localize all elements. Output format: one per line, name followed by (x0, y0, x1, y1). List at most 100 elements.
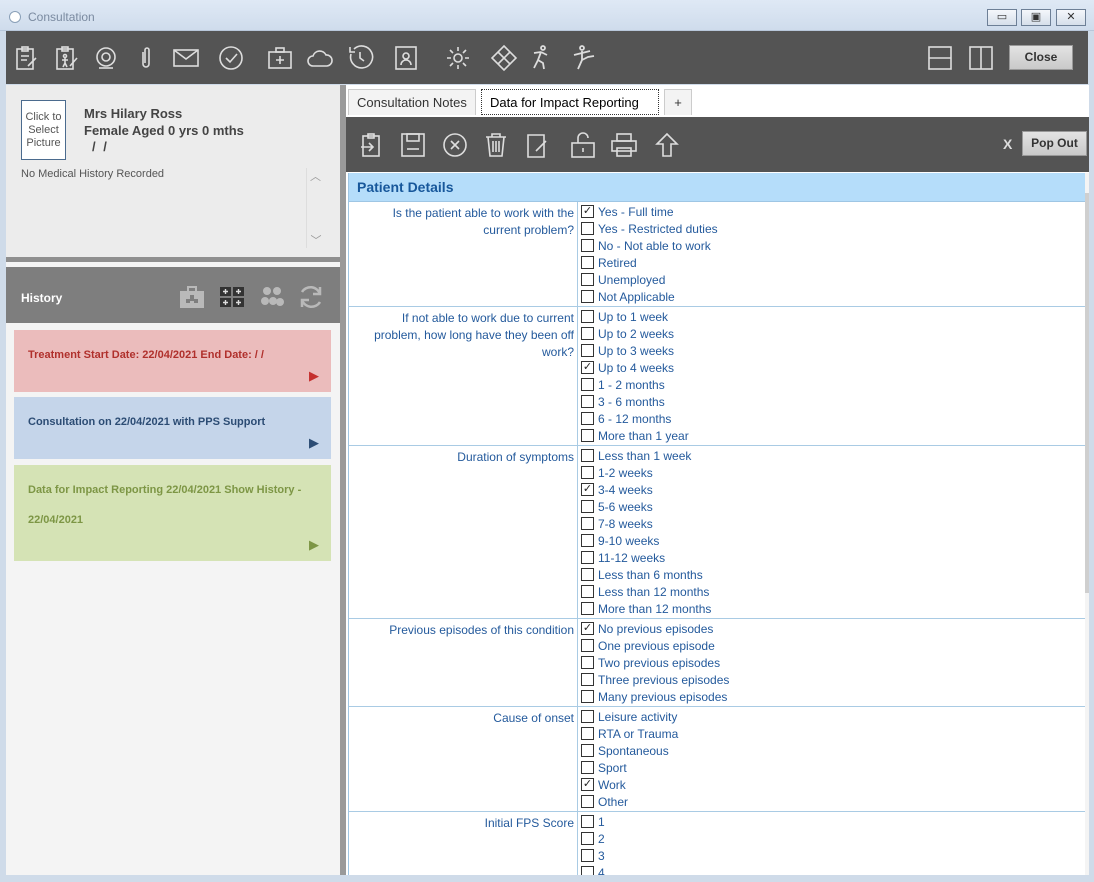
trash-icon[interactable] (482, 131, 510, 159)
clipboard-figure-icon[interactable] (52, 44, 80, 72)
checkbox-checked[interactable]: ✓ (581, 622, 594, 635)
checkbox-option[interactable]: Not Applicable (581, 288, 1085, 305)
checkbox-option[interactable]: Less than 6 months (581, 566, 1085, 583)
add-tab-button[interactable]: + (664, 89, 692, 115)
first-aid-icon[interactable] (266, 44, 294, 72)
cluster-icon[interactable] (258, 283, 286, 311)
close-x-button[interactable]: X (1003, 136, 1012, 152)
layout-horizontal-icon[interactable] (926, 44, 954, 72)
checkbox[interactable] (581, 412, 594, 425)
checkbox[interactable] (581, 744, 594, 757)
checkbox[interactable] (581, 273, 594, 286)
checkbox-option[interactable]: Spontaneous (581, 742, 1085, 759)
checkbox[interactable] (581, 500, 594, 513)
checkbox[interactable] (581, 849, 594, 862)
cloud-icon[interactable] (306, 44, 334, 72)
minimize-button[interactable]: ▭ (987, 9, 1017, 26)
checkbox-option[interactable]: 11-12 weeks (581, 549, 1085, 566)
checkbox[interactable] (581, 727, 594, 740)
paperclip-icon[interactable] (132, 44, 160, 72)
chevron-down-icon[interactable]: ﹀ (307, 232, 325, 248)
contact-card-icon[interactable] (392, 44, 420, 72)
checkbox[interactable] (581, 395, 594, 408)
checkbox[interactable] (581, 656, 594, 669)
checkbox-option[interactable]: 1 - 2 months (581, 376, 1085, 393)
checkbox[interactable] (581, 690, 594, 703)
checkbox-checked[interactable]: ✓ (581, 205, 594, 218)
medical-kit-icon[interactable] (178, 283, 206, 311)
checkbox[interactable] (581, 429, 594, 442)
checkbox-option[interactable]: Less than 1 week (581, 447, 1085, 464)
checkbox-option[interactable]: ✓ No previous episodes (581, 620, 1085, 637)
webcam-icon[interactable] (92, 44, 120, 72)
checkbox-option[interactable]: Yes - Restricted duties (581, 220, 1085, 237)
checkbox-option[interactable]: Two previous episodes (581, 654, 1085, 671)
history-card-impact[interactable]: Data for Impact Reporting 22/04/2021 Sho… (14, 465, 331, 561)
checkbox-option[interactable]: No - Not able to work (581, 237, 1085, 254)
checkbox-option[interactable]: Sport (581, 759, 1085, 776)
checkbox-option[interactable]: 3 - 6 months (581, 393, 1085, 410)
checkbox[interactable] (581, 256, 594, 269)
medical-history-scrollbar[interactable]: ︿ ﹀ (306, 168, 324, 248)
checkbox[interactable] (581, 832, 594, 845)
upload-arrow-icon[interactable] (653, 131, 681, 159)
checkbox-option[interactable]: Less than 12 months (581, 583, 1085, 600)
clipboard-edit-icon[interactable] (12, 44, 40, 72)
close-button[interactable]: Close (1009, 45, 1073, 70)
checkbox[interactable] (581, 222, 594, 235)
tab-impact-reporting[interactable]: Data for Impact Reporting (481, 89, 659, 115)
runner-icon[interactable] (526, 44, 554, 72)
checkbox[interactable] (581, 710, 594, 723)
checkbox-option[interactable]: Retired (581, 254, 1085, 271)
checkbox[interactable] (581, 344, 594, 357)
window-close-button[interactable]: ✕ (1056, 9, 1086, 26)
checkbox-option[interactable]: 7-8 weeks (581, 515, 1085, 532)
history-card-consultation[interactable]: Consultation on 22/04/2021 with PPS Supp… (14, 397, 331, 459)
checkbox-option[interactable]: 1-2 weeks (581, 464, 1085, 481)
save-icon[interactable] (399, 131, 427, 159)
scroll-thumb[interactable] (1085, 193, 1089, 593)
paste-icon[interactable] (358, 131, 386, 159)
checkbox[interactable] (581, 815, 594, 828)
checkbox[interactable] (581, 761, 594, 774)
mail-icon[interactable] (172, 44, 200, 72)
checkbox[interactable] (581, 310, 594, 323)
checkbox-option[interactable]: ✓ Up to 4 weeks (581, 359, 1085, 376)
checkbox[interactable] (581, 568, 594, 581)
print-icon[interactable] (610, 131, 638, 159)
grid-diamond-icon[interactable] (490, 44, 518, 72)
checkbox-option[interactable]: Three previous episodes (581, 671, 1085, 688)
checkbox[interactable] (581, 466, 594, 479)
edit-note-icon[interactable] (524, 131, 552, 159)
checkbox-option[interactable]: 3 (581, 847, 1085, 864)
checkbox-option[interactable]: 9-10 weeks (581, 532, 1085, 549)
play-arrow-icon[interactable]: ▶ (309, 537, 319, 553)
checkbox-option[interactable]: More than 12 months (581, 600, 1085, 617)
history-clock-icon[interactable] (346, 44, 374, 72)
cancel-icon[interactable] (441, 131, 469, 159)
checkbox-option[interactable]: Leisure activity (581, 708, 1085, 725)
checkbox[interactable] (581, 239, 594, 252)
checkbox[interactable] (581, 290, 594, 303)
checkbox-option[interactable]: 5-6 weeks (581, 498, 1085, 515)
checkbox-option[interactable]: ✓ Yes - Full time (581, 203, 1085, 220)
checkbox-checked[interactable]: ✓ (581, 778, 594, 791)
checkbox[interactable] (581, 327, 594, 340)
maximize-button[interactable]: ▣ (1021, 9, 1051, 26)
checkbox[interactable] (581, 673, 594, 686)
checkbox[interactable] (581, 449, 594, 462)
checkbox-option[interactable]: 6 - 12 months (581, 410, 1085, 427)
grid-plus-icon[interactable] (218, 283, 246, 311)
checkbox-option[interactable]: Up to 3 weeks (581, 342, 1085, 359)
checkbox[interactable] (581, 517, 594, 530)
check-circle-icon[interactable] (217, 44, 245, 72)
checkbox[interactable] (581, 551, 594, 564)
checkbox[interactable] (581, 378, 594, 391)
checkbox-option[interactable]: 1 (581, 813, 1085, 830)
select-picture-button[interactable]: Click to Select Picture (21, 100, 66, 160)
checkbox[interactable] (581, 795, 594, 808)
checkbox-option[interactable]: More than 1 year (581, 427, 1085, 444)
history-card-treatment[interactable]: Treatment Start Date: 22/04/2021 End Dat… (14, 330, 331, 392)
checkbox-option[interactable]: ✓ Work (581, 776, 1085, 793)
checkbox[interactable] (581, 602, 594, 615)
